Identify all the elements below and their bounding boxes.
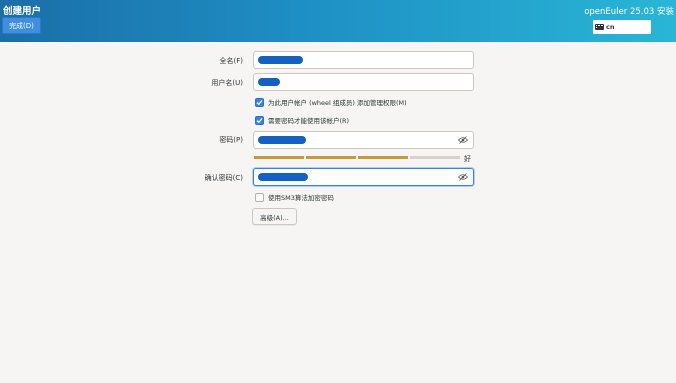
password-field[interactable] xyxy=(253,131,474,149)
reveal-password-icon[interactable] xyxy=(458,173,468,181)
sm3-checkbox-label: 使用SM3算法加密密码 xyxy=(268,194,334,202)
strength-segment xyxy=(358,156,408,159)
product-title: openEuler 25.03 安装 xyxy=(584,7,674,17)
redaction-mark xyxy=(258,78,280,86)
username-field[interactable] xyxy=(253,73,474,91)
checkmark-icon xyxy=(256,99,263,105)
keyboard-icon xyxy=(595,24,604,30)
header-bar: 创建用户 完成(D) openEuler 25.03 安装 cn xyxy=(0,0,676,42)
require-password-checkbox[interactable] xyxy=(255,115,264,125)
confirm-password-field[interactable] xyxy=(253,168,474,186)
username-label: 用户名(U) xyxy=(211,79,243,87)
sm3-checkbox[interactable] xyxy=(255,192,264,202)
admin-checkbox-label: 为此用户帐户 (wheel 组成员) 添加管理权限(M) xyxy=(268,99,407,107)
admin-checkbox-row[interactable]: 为此用户帐户 (wheel 组成员) 添加管理权限(M) xyxy=(255,97,407,107)
done-button[interactable]: 完成(D) xyxy=(2,17,41,34)
keyboard-layout-label: cn xyxy=(606,23,615,31)
fullname-field[interactable] xyxy=(253,51,474,69)
reveal-password-icon[interactable] xyxy=(458,136,468,144)
advanced-button[interactable]: 高级(A)... xyxy=(252,208,297,225)
page-title: 创建用户 xyxy=(3,6,42,17)
password-strength-bar xyxy=(254,156,460,159)
redaction-mark xyxy=(258,173,308,181)
keyboard-layout-indicator[interactable]: cn xyxy=(593,20,651,34)
checkmark-icon xyxy=(256,117,263,123)
password-strength-text: 好 xyxy=(464,155,471,163)
confirm-password-label: 确认密码(C) xyxy=(204,174,243,182)
require-password-label: 需要密码才能使用该帐户(R) xyxy=(268,117,350,125)
redaction-mark xyxy=(258,136,306,144)
admin-checkbox[interactable] xyxy=(255,97,264,107)
password-label: 密码(P) xyxy=(219,136,243,144)
strength-segment xyxy=(306,156,356,159)
fullname-label: 全名(F) xyxy=(219,57,244,65)
strength-segment xyxy=(410,156,460,159)
strength-segment xyxy=(254,156,304,159)
redaction-mark xyxy=(258,56,303,64)
sm3-checkbox-row[interactable]: 使用SM3算法加密密码 xyxy=(255,192,334,202)
require-password-row[interactable]: 需要密码才能使用该帐户(R) xyxy=(255,115,349,125)
